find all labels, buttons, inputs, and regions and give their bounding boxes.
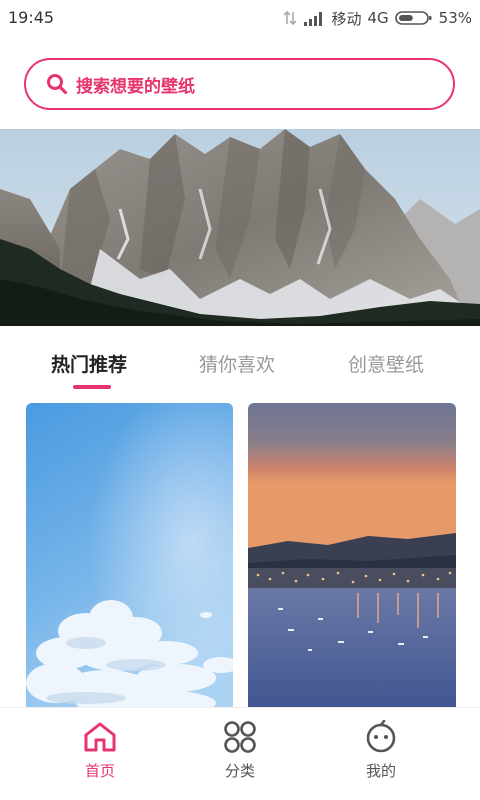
network-label: 4G	[367, 9, 389, 27]
grid-icon	[224, 721, 256, 753]
home-icon	[84, 722, 116, 752]
status-time: 19:45	[8, 8, 55, 27]
tab-guess-you-like[interactable]: 猜你喜欢	[199, 350, 275, 377]
signal-icon	[304, 12, 323, 26]
active-tab-indicator	[73, 385, 111, 389]
nav-mine-label: 我的	[365, 762, 396, 780]
harbor-sunset-picture	[248, 403, 456, 713]
nav-home[interactable]: 首页	[60, 720, 140, 781]
battery-icon	[394, 11, 432, 25]
status-bar: 19:45 移动 4G 53%	[0, 0, 480, 36]
bottom-navigation: 首页 分类 我的	[0, 707, 480, 800]
nav-home-label: 首页	[84, 762, 115, 780]
nav-mine[interactable]: 我的	[341, 720, 421, 781]
search-icon	[47, 74, 68, 95]
data-transfer-icon	[283, 10, 298, 26]
search-bar[interactable]: 搜索想要的壁纸	[24, 58, 455, 110]
wallpaper-card-harbor[interactable]	[248, 403, 456, 713]
search-placeholder: 搜索想要的壁纸	[76, 76, 195, 97]
banner-image[interactable]	[0, 129, 480, 326]
tab-creative-wallpaper[interactable]: 创意壁纸	[348, 350, 424, 377]
nav-category[interactable]: 分类	[200, 720, 280, 781]
nav-category-label: 分类	[224, 762, 255, 780]
wallpaper-card-sky[interactable]	[26, 403, 233, 713]
status-indicators: 移动 4G 53%	[283, 8, 472, 28]
carrier-label: 移动	[331, 9, 362, 28]
battery-label: 53%	[438, 9, 472, 27]
sky-clouds-picture	[26, 403, 233, 713]
tab-bar: 热门推荐 猜你喜欢 创意壁纸	[0, 350, 480, 394]
tab-hot-recommend[interactable]: 热门推荐	[51, 350, 127, 377]
mountain-picture	[0, 129, 480, 326]
face-icon	[366, 720, 396, 753]
